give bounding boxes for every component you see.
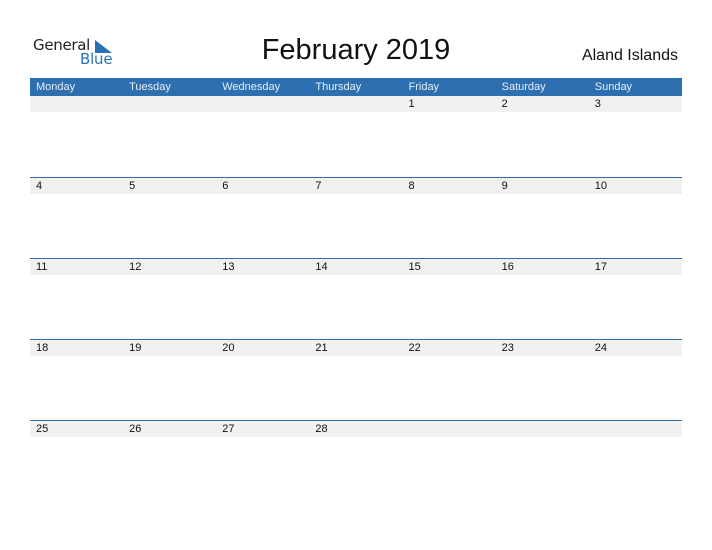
weekday-monday: Monday (36, 81, 76, 93)
week-row: 1 2 3 (30, 96, 682, 177)
day-cell (30, 96, 123, 112)
day-cell (309, 96, 402, 112)
day-cell (123, 96, 216, 112)
weekday-friday: Friday (408, 81, 440, 93)
weekday-header: Monday Tuesday Wednesday Thursday Friday… (30, 78, 682, 96)
day-cell: 12 (129, 261, 142, 273)
day-cell: 24 (594, 342, 607, 354)
day-cell: 2 (501, 98, 508, 110)
week-row: 18 19 20 21 22 23 24 (30, 339, 682, 420)
day-cell (496, 421, 589, 437)
day-cell: 1 (408, 98, 415, 110)
date-band: 25 26 27 28 (30, 421, 682, 437)
day-cell: 4 (36, 180, 43, 192)
day-cell: 3 (594, 98, 601, 110)
day-cell: 22 (408, 342, 421, 354)
day-cell: 6 (222, 180, 229, 192)
day-cell: 20 (222, 342, 235, 354)
weekday-sunday: Sunday (594, 81, 633, 93)
day-cell: 27 (222, 423, 235, 435)
weekday-thursday: Thursday (315, 81, 362, 93)
day-cell: 17 (594, 261, 607, 273)
day-cell: 15 (408, 261, 421, 273)
day-cell: 19 (129, 342, 142, 354)
weekday-tuesday: Tuesday (129, 81, 171, 93)
day-cell: 28 (315, 423, 328, 435)
day-cell: 25 (36, 423, 49, 435)
day-cell: 23 (501, 342, 514, 354)
day-cell: 21 (315, 342, 328, 354)
week-row: 4 5 6 7 8 9 10 (30, 177, 682, 258)
day-cell: 10 (594, 180, 607, 192)
date-band: 1 2 3 (30, 96, 682, 112)
day-cell (589, 421, 682, 437)
date-band: 18 19 20 21 22 23 24 (30, 340, 682, 356)
week-row: 25 26 27 28 (30, 420, 682, 501)
day-cell: 14 (315, 261, 328, 273)
day-cell: 11 (36, 261, 48, 273)
day-cell: 7 (315, 180, 322, 192)
day-cell: 5 (129, 180, 136, 192)
day-cell (403, 421, 496, 437)
date-band: 4 5 6 7 8 9 10 (30, 178, 682, 194)
calendar-grid: Monday Tuesday Wednesday Thursday Friday… (30, 78, 682, 501)
day-cell: 26 (129, 423, 142, 435)
date-band: 11 12 13 14 15 16 17 (30, 259, 682, 275)
day-cell: 9 (501, 180, 508, 192)
day-cell (216, 96, 309, 112)
weekday-saturday: Saturday (501, 81, 546, 93)
weekday-wednesday: Wednesday (222, 81, 281, 93)
day-cell: 18 (36, 342, 49, 354)
day-cell: 13 (222, 261, 235, 273)
week-row: 11 12 13 14 15 16 17 (30, 258, 682, 339)
country-label: Aland Islands (581, 47, 678, 64)
day-cell: 16 (501, 261, 514, 273)
day-cell: 8 (408, 180, 415, 192)
